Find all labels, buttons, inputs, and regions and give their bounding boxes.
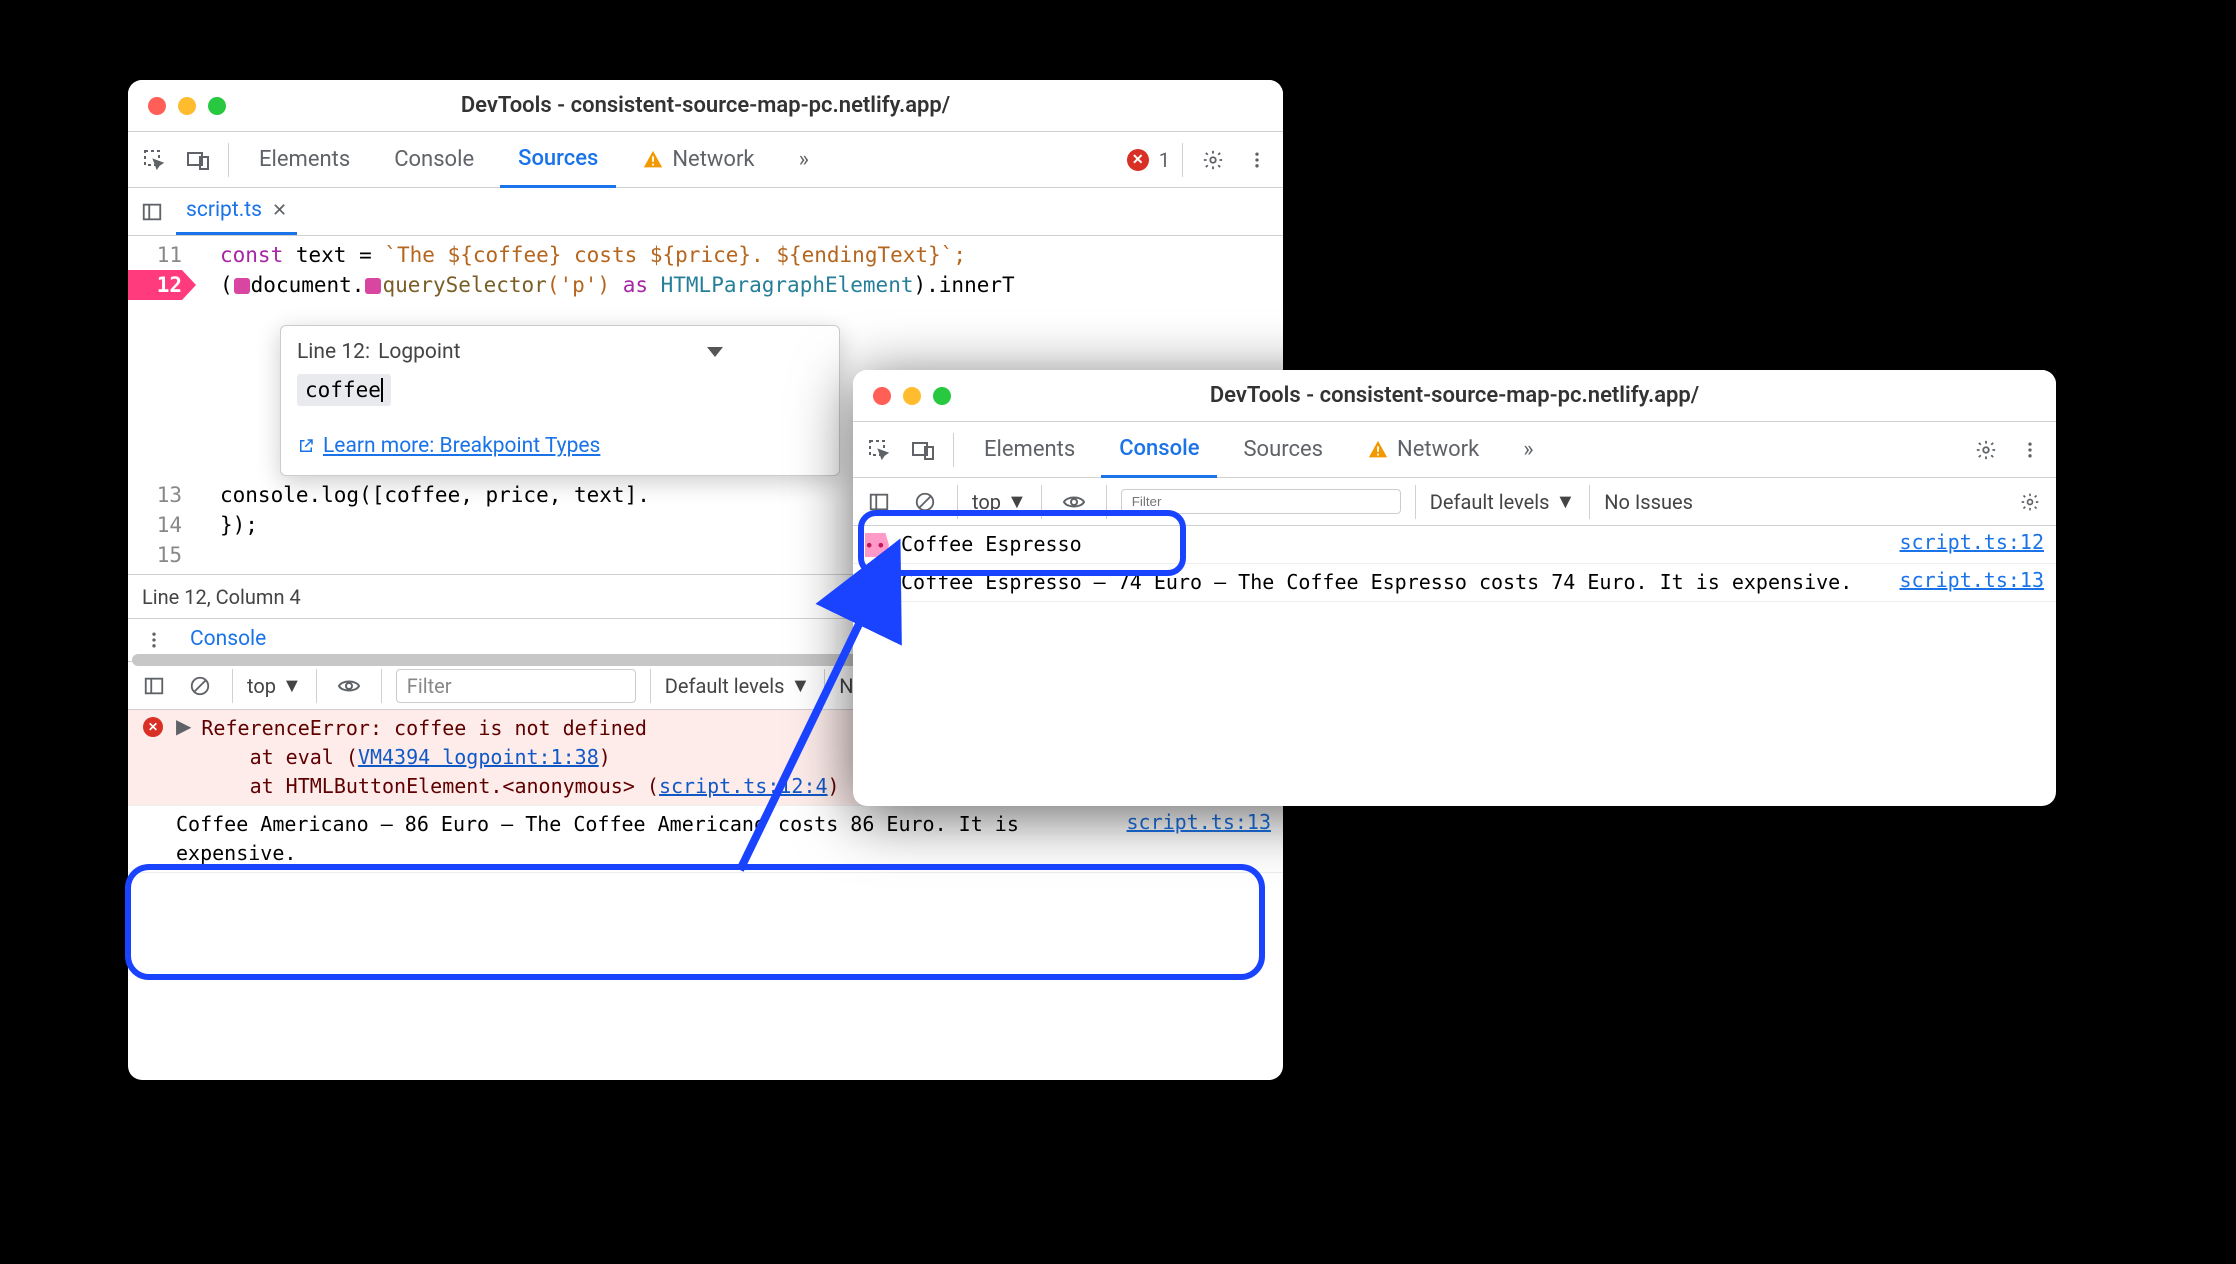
kebab-menu-icon[interactable] [1239, 142, 1275, 178]
log-message: Coffee Espresso [901, 530, 1880, 559]
titlebar: DevTools - consistent-source-map-pc.netl… [128, 80, 1283, 132]
navigator-toggle-icon[interactable] [134, 194, 170, 230]
device-toolbar-icon[interactable] [180, 142, 216, 178]
log-levels-selector[interactable]: Default levels▼ [1430, 489, 1575, 514]
minimize-window-icon[interactable] [903, 387, 921, 405]
issues-indicator[interactable]: No Issues [1604, 490, 1693, 514]
maximize-window-icon[interactable] [208, 97, 226, 115]
tab-elements[interactable]: Elements [241, 133, 368, 186]
property-hint-icon [365, 278, 381, 294]
minimize-window-icon[interactable] [178, 97, 196, 115]
window-controls [873, 387, 951, 405]
inspect-icon[interactable] [136, 142, 172, 178]
maximize-window-icon[interactable] [933, 387, 951, 405]
code-line-11: const text = `The ${coffee} costs ${pric… [192, 240, 1283, 270]
logpoint-badge-icon: •• [865, 533, 891, 557]
close-window-icon[interactable] [148, 97, 166, 115]
external-link-icon [297, 437, 315, 455]
property-hint-icon [234, 278, 250, 294]
cursor-position: Line 12, Column 4 [142, 585, 301, 609]
breakpoint-type-selector[interactable]: Logpoint [378, 340, 460, 364]
kebab-menu-icon[interactable] [2012, 432, 2048, 468]
close-file-icon[interactable]: ✕ [272, 200, 287, 221]
tab-console[interactable]: Console [376, 133, 492, 186]
tab-elements[interactable]: Elements [966, 423, 1093, 476]
console-settings-icon[interactable] [2012, 484, 2048, 520]
tab-network[interactable]: Network [624, 133, 772, 186]
window-title: DevTools - consistent-source-map-pc.netl… [461, 93, 950, 118]
log-message: Coffee Americano – 86 Euro – The Coffee … [176, 810, 1107, 868]
expand-icon[interactable]: ▶ [176, 714, 191, 739]
source-link[interactable]: script.ts:13 [1900, 568, 2045, 592]
sidebar-toggle-icon[interactable] [136, 668, 172, 704]
live-expression-icon[interactable] [1056, 484, 1092, 520]
horizontal-scrollbar[interactable] [132, 654, 892, 666]
logpoint-expression-input[interactable]: coffee [297, 374, 391, 406]
logpoint-marker[interactable]: 12 [128, 270, 182, 300]
settings-icon[interactable] [1195, 142, 1231, 178]
console-log-row[interactable]: Coffee Espresso – 74 Euro – The Coffee E… [853, 564, 2056, 602]
error-badge-icon[interactable]: ✕ [1127, 149, 1149, 171]
console-filter-input[interactable] [1121, 489, 1401, 514]
console-prompt[interactable]: › [853, 602, 2056, 638]
chevron-down-icon[interactable] [707, 347, 723, 357]
drawer-menu-icon[interactable] [136, 622, 172, 658]
breakpoint-line-label: Line 12: [297, 340, 370, 364]
tabs-overflow[interactable]: » [1505, 423, 1551, 476]
tabs-overflow[interactable]: » [781, 133, 827, 186]
tab-console[interactable]: Console [1101, 422, 1217, 478]
tab-sources[interactable]: Sources [1225, 423, 1341, 476]
warning-icon [642, 149, 664, 171]
divider [228, 143, 229, 177]
learn-more-link[interactable]: Learn more: Breakpoint Types [297, 434, 600, 458]
file-tab-script-ts[interactable]: script.ts ✕ [176, 188, 297, 235]
clear-console-icon[interactable] [907, 484, 943, 520]
error-count: 1 [1159, 148, 1170, 172]
context-selector[interactable]: top▼ [972, 489, 1027, 514]
main-tabbar: Elements Console Sources Network » ✕ 1 [128, 132, 1283, 188]
tab-sources[interactable]: Sources [500, 132, 616, 188]
window-title: DevTools - consistent-source-map-pc.netl… [1210, 383, 1699, 408]
console-toolbar: top▼ Default levels▼ No Issues [853, 478, 2056, 526]
titlebar: DevTools - consistent-source-map-pc.netl… [853, 370, 2056, 422]
sidebar-toggle-icon[interactable] [861, 484, 897, 520]
main-tabbar: Elements Console Sources Network » [853, 422, 2056, 478]
window-controls [148, 97, 226, 115]
file-tabs: script.ts ✕ [128, 188, 1283, 236]
console-log-row[interactable]: Coffee Americano – 86 Euro – The Coffee … [128, 806, 1283, 873]
inspect-icon[interactable] [861, 432, 897, 468]
close-window-icon[interactable] [873, 387, 891, 405]
line-gutter[interactable]: 11 12 13 14 15 [128, 236, 192, 574]
console-output: •• Coffee Espresso script.ts:12 Coffee E… [853, 526, 2056, 638]
error-icon: ✕ [143, 717, 163, 737]
code-line-12: (document.querySelector('p') as HTMLPara… [192, 270, 1283, 300]
settings-icon[interactable] [1968, 432, 2004, 468]
console-log-row[interactable]: •• Coffee Espresso script.ts:12 [853, 526, 2056, 564]
device-toolbar-icon[interactable] [905, 432, 941, 468]
context-selector[interactable]: top ▼ [247, 673, 302, 698]
log-levels-selector[interactable]: Default levels▼ [665, 673, 810, 698]
source-link[interactable]: script.ts:12 [1900, 530, 2045, 554]
divider [1182, 143, 1183, 177]
clear-console-icon[interactable] [182, 668, 218, 704]
warning-icon [1367, 439, 1389, 461]
tab-network[interactable]: Network [1349, 423, 1497, 476]
source-link[interactable]: script.ts:13 [1127, 810, 1272, 834]
stack-link[interactable]: script.ts:12:4 [659, 774, 828, 798]
breakpoint-editor-popup: Line 12: Logpoint coffee Learn more: Bre… [280, 325, 840, 476]
stack-link[interactable]: VM4394 logpoint:1:38 [358, 745, 599, 769]
console-filter-input[interactable]: Filter [396, 669, 636, 703]
live-expression-icon[interactable] [331, 668, 367, 704]
log-message: Coffee Espresso – 74 Euro – The Coffee E… [901, 568, 1880, 597]
devtools-window-console: DevTools - consistent-source-map-pc.netl… [853, 370, 2056, 806]
